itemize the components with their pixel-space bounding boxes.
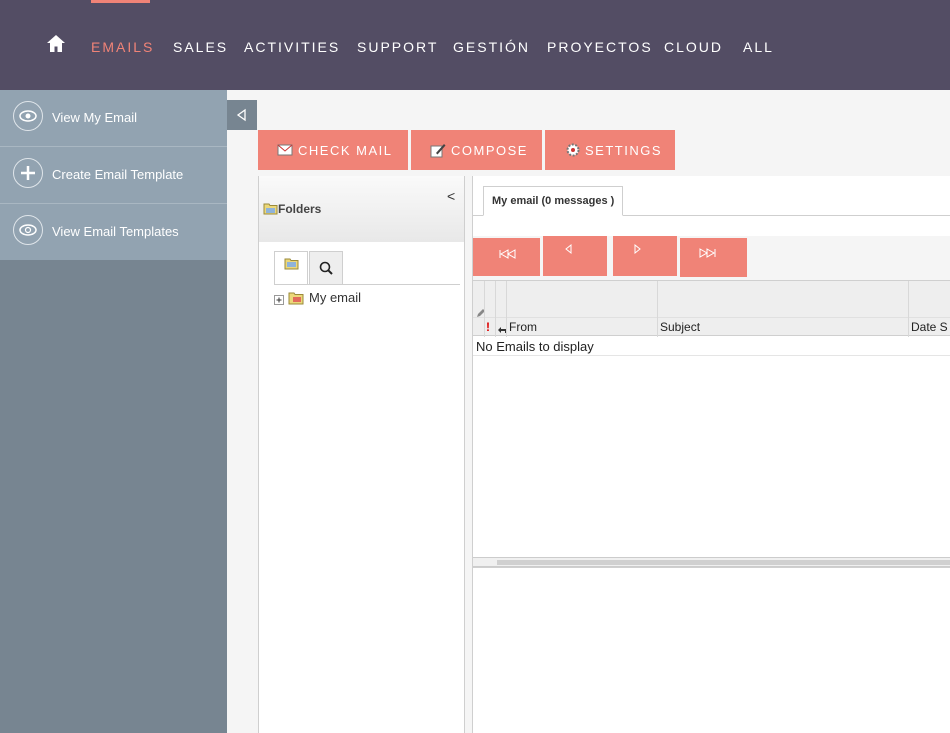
sidebar: View My Email Create Email Template View… <box>0 90 227 733</box>
mail-check-icon <box>277 142 293 158</box>
last-page-button[interactable] <box>680 238 747 277</box>
next-page-button[interactable] <box>613 236 677 276</box>
panel-splitter[interactable] <box>464 176 473 733</box>
settings-button[interactable]: SETTINGS <box>545 130 675 170</box>
check-mail-label: CHECK MAIL <box>298 143 393 158</box>
column-date-sent[interactable]: Date S <box>911 320 948 334</box>
folders-tab-divider <box>274 284 460 285</box>
nav-emails[interactable]: EMAILS <box>91 39 154 55</box>
triangle-left-icon <box>236 108 246 122</box>
sidebar-item-create-email-template[interactable]: Create Email Template <box>0 147 227 204</box>
previous-page-button[interactable] <box>543 236 607 276</box>
folders-collapse-button[interactable]: < <box>447 188 455 204</box>
folder-icon <box>263 202 278 220</box>
nav-all[interactable]: ALL <box>743 39 774 55</box>
horizontal-scrollbar[interactable] <box>473 557 950 567</box>
nav-sales[interactable]: SALES <box>173 39 228 55</box>
sidebar-item-label: View My Email <box>52 110 138 125</box>
sidebar-actions: View My Email Create Email Template View… <box>0 90 227 260</box>
sidebar-collapse-button[interactable] <box>227 100 257 130</box>
pencil-icon <box>430 142 446 158</box>
first-page-icon <box>499 249 516 259</box>
email-list-panel: My email (0 messages ) ! From Subject Da… <box>473 176 950 733</box>
column-from[interactable]: From <box>509 320 537 334</box>
sidebar-item-view-my-email[interactable]: View My Email <box>0 90 227 147</box>
settings-label: SETTINGS <box>585 143 663 158</box>
folder-tree-icon <box>284 258 299 270</box>
nav-cloud[interactable]: CLOUD <box>664 39 723 55</box>
column-divider <box>484 281 485 337</box>
tree-item-label: My email <box>309 290 362 305</box>
column-divider <box>908 281 909 337</box>
mail-folder-icon <box>288 291 305 310</box>
tab-my-email[interactable]: My email (0 messages ) <box>483 186 624 216</box>
scrollbar-thumb[interactable] <box>497 560 950 565</box>
empty-message: No Emails to display <box>476 339 594 354</box>
empty-state-row: No Emails to display <box>473 336 950 356</box>
check-mail-button[interactable]: CHECK MAIL <box>258 130 408 170</box>
active-tab-indicator <box>91 0 150 3</box>
column-subject[interactable]: Subject <box>660 320 700 334</box>
column-flag[interactable]: ! <box>486 320 490 334</box>
email-preview-pane <box>473 567 950 733</box>
pagination-bar <box>473 236 950 280</box>
folders-panel: Folders < My email <box>258 176 465 733</box>
at-eye-icon <box>13 215 43 245</box>
sidebar-item-label: Create Email Template <box>52 167 184 182</box>
last-page-icon <box>699 248 716 258</box>
tab-search[interactable] <box>309 251 343 284</box>
nav-support[interactable]: SUPPORT <box>357 39 438 55</box>
column-divider <box>506 281 507 337</box>
next-page-icon <box>634 243 641 255</box>
sidebar-item-view-email-templates[interactable]: View Email Templates <box>0 204 227 261</box>
sidebar-item-label: View Email Templates <box>52 224 179 239</box>
folders-title: Folders <box>278 202 322 216</box>
nav-gestion[interactable]: GESTIÓN <box>453 39 530 55</box>
gear-icon <box>565 142 581 158</box>
eye-icon <box>13 101 43 131</box>
search-icon <box>319 261 333 275</box>
first-page-button[interactable] <box>473 238 540 276</box>
top-navigation: EMAILS SALES ACTIVITIES SUPPORT GESTIÓN … <box>0 0 950 90</box>
compose-button[interactable]: COMPOSE <box>411 130 542 170</box>
nav-proyectos[interactable]: PROYECTOS <box>547 39 653 55</box>
previous-page-icon <box>565 243 572 255</box>
expand-plus-icon[interactable] <box>274 292 284 310</box>
tab-folders[interactable] <box>274 251 308 284</box>
plus-icon <box>13 158 43 188</box>
compose-label: COMPOSE <box>451 143 528 158</box>
header-subdivider <box>473 317 950 318</box>
column-divider <box>657 281 658 337</box>
home-icon[interactable] <box>46 34 66 54</box>
folders-header: Folders < <box>259 176 465 242</box>
column-divider <box>495 281 496 337</box>
tree-item-my-email[interactable]: My email <box>274 289 454 307</box>
email-grid-header: ! From Subject Date S <box>473 280 950 337</box>
nav-activities[interactable]: ACTIVITIES <box>244 39 340 55</box>
mailbox-tab-strip: My email (0 messages ) <box>473 176 950 216</box>
